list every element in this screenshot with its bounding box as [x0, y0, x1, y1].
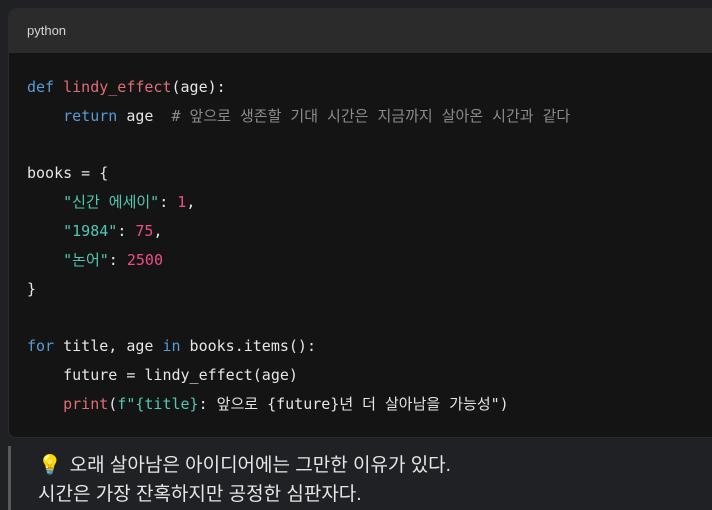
- code-token: (: [108, 394, 118, 413]
- code-token: books.items():: [180, 337, 316, 356]
- code-token: print: [63, 394, 109, 413]
- code-token: :: [159, 193, 178, 212]
- lightbulb-icon: 💡: [38, 455, 62, 476]
- code-token: # 앞으로 생존할 기대 시간은 지금까지 살아온 시간과 같다: [171, 106, 571, 125]
- code-block: python def lindy_effect(age): return age…: [8, 8, 712, 438]
- note-line-1: 💡 오래 살아남은 아이디어에는 그만한 이유가 있다.: [38, 450, 451, 477]
- code-content[interactable]: def lindy_effect(age): return age # 앞으로 …: [9, 53, 712, 419]
- note-line-2: 시간은 가장 잔혹하지만 공정한 심판자다.: [38, 484, 362, 505]
- code-token: 75: [135, 221, 154, 240]
- code-token: "신간 에세이": [63, 193, 160, 212]
- quote-note: 💡 오래 살아남은 아이디어에는 그만한 이유가 있다. 시간은 가장 잔혹하지만…: [8, 446, 712, 510]
- code-line: future = lindy_effect(age): [27, 361, 712, 390]
- code-token: future = lindy_effect(age): [27, 365, 298, 384]
- code-token: (age):: [171, 78, 226, 96]
- code-token: :: [108, 250, 127, 269]
- code-token: 1: [177, 193, 187, 212]
- code-token: return: [63, 106, 118, 125]
- code-token: f"{title}: [117, 394, 199, 413]
- code-line: "1984": 75,: [27, 217, 712, 246]
- code-token: : 앞으로 {future}년 더 살아남을 가능성"): [198, 394, 509, 413]
- code-token: for: [27, 337, 55, 356]
- code-line: books = {: [27, 159, 712, 188]
- code-token: 2500: [126, 250, 163, 269]
- code-line: "신간 에세이": 1,: [27, 188, 712, 217]
- code-language-label: python: [9, 9, 712, 53]
- code-token: age: [117, 106, 172, 125]
- code-token: :: [117, 221, 136, 240]
- note-text-1: 오래 살아남은 아이디어에는 그만한 이유가 있다.: [69, 455, 451, 476]
- code-line: def lindy_effect(age):: [27, 73, 712, 102]
- code-line: print(f"{title}: 앞으로 {future}년 더 살아남을 가능…: [27, 390, 712, 419]
- code-line: "논어": 2500: [27, 246, 712, 275]
- code-token: lindy_effect: [63, 78, 172, 96]
- code-token: "1984": [63, 221, 118, 240]
- code-line: }: [27, 275, 712, 304]
- code-token: def: [27, 78, 55, 96]
- code-token: in: [162, 337, 181, 356]
- code-token: }: [27, 279, 37, 298]
- code-token: books = {: [27, 164, 109, 183]
- code-token: ,: [186, 193, 196, 212]
- code-line: return age # 앞으로 생존할 기대 시간은 지금까지 살아온 시간과…: [27, 102, 712, 131]
- code-token: title, age: [54, 337, 163, 356]
- code-line: for title, age in books.items():: [27, 332, 712, 361]
- code-token: ,: [153, 221, 163, 240]
- code-token: "논어": [63, 250, 109, 269]
